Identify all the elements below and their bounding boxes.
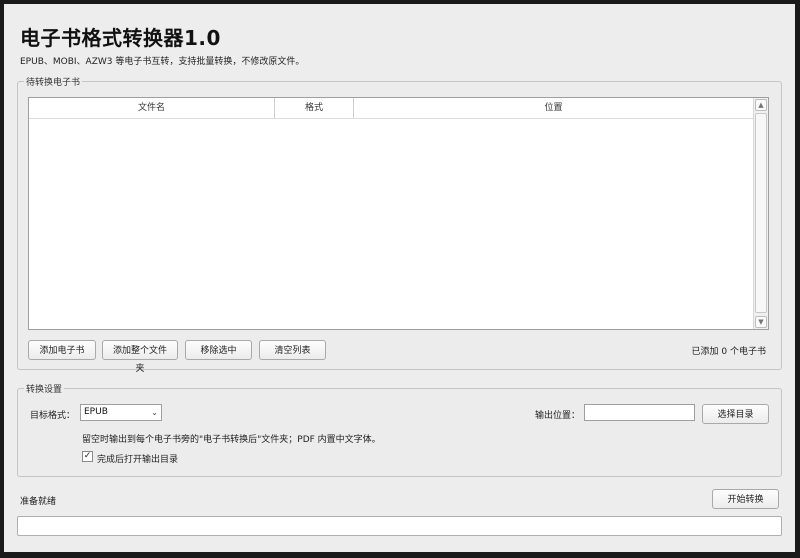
scroll-down-icon[interactable]: ▼ [755,316,767,328]
column-header-format[interactable]: 格式 [275,98,354,118]
open-after-label[interactable]: 完成后打开输出目录 [97,452,178,465]
settings-group-label: 转换设置 [26,385,63,395]
target-format-select[interactable]: EPUB ⌄ [80,404,162,421]
app-subtitle: EPUB、MOBI、AZW3 等电子书互转，支持批量转换，不修改原文件。 [20,57,305,67]
table-header: 文件名 格式 位置 [29,98,753,119]
remove-selected-button[interactable]: 移除选中 [185,340,252,360]
add-ebook-button[interactable]: 添加电子书 [28,340,96,360]
checkmark-icon: ✓ [83,451,92,461]
choose-directory-button[interactable]: 选择目录 [702,404,769,424]
scroll-up-icon[interactable]: ▲ [755,99,767,111]
status-text: 准备就绪 [20,497,57,507]
added-count-prefix: 已添加 [691,347,719,357]
ebook-table[interactable]: 文件名 格式 位置 ▲ ▼ [28,97,769,330]
app-title: 电子书格式转换器1.0 [20,26,221,50]
output-hint: 留空时输出到每个电子书旁的"电子书转换后"文件夹；PDF 内置中文字体。 [82,435,381,445]
start-convert-button[interactable]: 开始转换 [712,489,779,509]
column-header-filename[interactable]: 文件名 [29,98,275,118]
added-count-value: 0 [721,347,728,357]
target-format-value: EPUB [84,407,108,417]
output-location-label: 输出位置： [535,411,581,421]
output-location-input[interactable] [584,404,695,421]
open-after-checkbox[interactable]: ✓ [82,451,93,462]
added-count-label: 已添加 0 个电子书 [691,344,766,357]
table-scrollbar[interactable]: ▲ ▼ [753,98,768,329]
main-window: 电子书格式转换器1.0 EPUB、MOBI、AZW3 等电子书互转，支持批量转换… [4,4,795,552]
target-format-label: 目标格式： [30,411,76,421]
chevron-down-icon: ⌄ [151,408,158,417]
added-count-suffix: 个电子书 [729,347,766,357]
add-folder-button[interactable]: 添加整个文件夹 [102,340,178,374]
column-header-location[interactable]: 位置 [354,98,753,118]
scroll-thumb[interactable] [755,113,767,313]
queue-group-label: 待转换电子书 [26,78,81,88]
progress-bar [17,516,782,536]
clear-list-button[interactable]: 清空列表 [259,340,326,360]
